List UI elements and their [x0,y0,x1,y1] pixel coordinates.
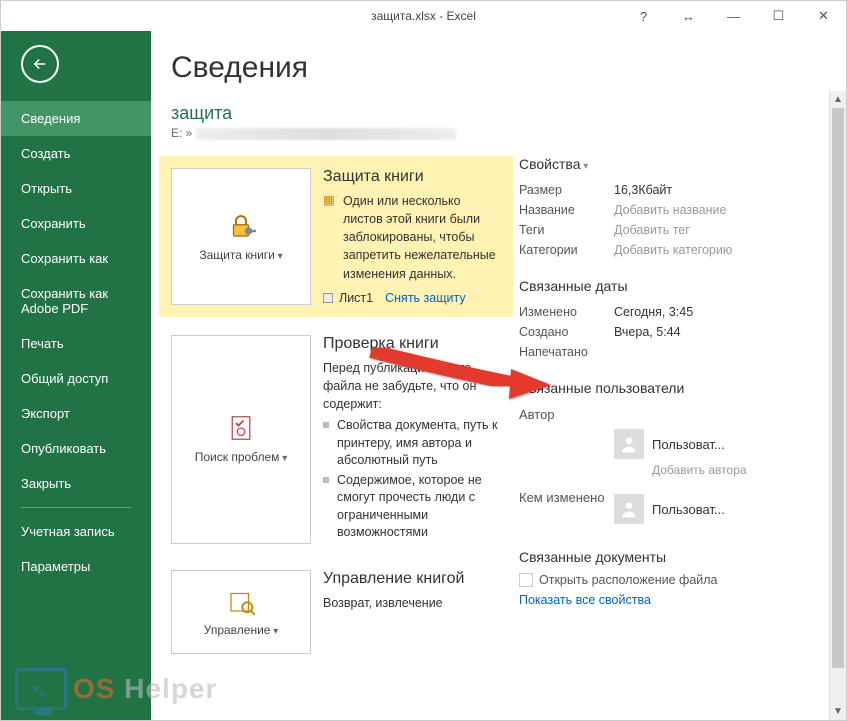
sheet-icon: ▦ [323,192,337,283]
date-created-key: Создано [519,325,614,339]
author-key: Автор [519,407,614,422]
prop-tags-key: Теги [519,223,614,237]
date-printed-val [614,345,799,359]
unprotect-link[interactable]: Снять защиту [385,291,465,305]
page-title: Сведения [171,51,846,85]
nav-info[interactable]: Сведения [1,101,151,136]
minimize-icon[interactable]: — [711,1,756,31]
date-printed-key: Напечатано [519,345,614,359]
path-blurred [196,128,456,140]
nav-new[interactable]: Создать [1,136,151,171]
show-all-properties-link[interactable]: Показать все свойства [519,593,799,607]
inspect-section: Поиск проблем Проверка книги Перед публи… [171,335,501,544]
prop-categories-input[interactable]: Добавить категорию [614,243,799,257]
inspect-button-label: Поиск проблем [195,450,288,466]
prop-size-key: Размер [519,183,614,197]
nav-account[interactable]: Учетная запись [1,514,151,549]
check-issues-button[interactable]: Поиск проблем [171,335,311,544]
inspect-lead: Перед публикацией этого файла не забудьт… [323,359,501,413]
properties-table: Размер16,3Кбайт НазваниеДобавить названи… [519,180,799,260]
related-dates-heading: Связанные даты [519,278,799,294]
protect-section: Защита книги Защита книги ▦ Один или нес… [159,156,513,317]
nav-save[interactable]: Сохранить [1,206,151,241]
date-modified-val: Сегодня, 3:45 [614,305,799,319]
manage-button-label: Управление [204,623,279,639]
properties-heading[interactable]: Свойства [519,156,799,172]
backstage-sidebar: Сведения Создать Открыть Сохранить Сохра… [1,31,151,720]
nav-export[interactable]: Экспорт [1,396,151,431]
prop-tags-input[interactable]: Добавить тег [614,223,799,237]
help-icon[interactable]: ? [621,1,666,31]
scroll-down-icon[interactable]: ▼ [830,703,846,720]
manage-workbook-button[interactable]: Управление [171,570,311,654]
date-modified-key: Изменено [519,305,614,319]
manage-heading: Управление книгой [323,570,501,588]
nav-share[interactable]: Общий доступ [1,361,151,396]
nav-separator [21,507,131,508]
date-created-val: Вчера, 5:44 [614,325,799,339]
window-title: защита.xlsx - Excel [371,9,476,23]
nav-open[interactable]: Открыть [1,171,151,206]
prop-categories-key: Категории [519,243,614,257]
author-name: Пользоват... [652,437,725,452]
nav-save-as[interactable]: Сохранить как [1,241,151,276]
window-controls: ? ↔ — ☐ ✕ [621,1,846,31]
content-pane: Сведения защита E: » Защита книги Защита… [151,31,846,720]
avatar-icon [614,494,644,524]
prop-title-key: Название [519,203,614,217]
scroll-up-icon[interactable]: ▲ [830,91,846,108]
avatar-icon [614,429,644,459]
protect-text: Один или несколько листов этой книги был… [343,192,501,283]
protect-heading: Защита книги [323,168,501,186]
open-file-location-link[interactable]: Открыть расположение файла [519,573,799,587]
inspect-heading: Проверка книги [323,335,501,353]
inspect-item-1: Свойства документа, путь к принтеру, имя… [337,417,501,470]
ribbon-toggle-icon[interactable]: ↔ [666,1,711,31]
sheet-glyph-icon [323,293,333,303]
protect-button-label: Защита книги [199,248,282,264]
document-title: защита [171,103,846,124]
lock-icon [225,210,257,242]
nav-save-adobe-pdf[interactable]: Сохранить как Adobe PDF [1,276,151,326]
modified-by-name: Пользоват... [652,502,725,517]
nav-close[interactable]: Закрыть [1,466,151,501]
inspect-icon [225,412,257,444]
path-prefix: E: » [171,126,192,140]
prop-title-input[interactable]: Добавить название [614,203,799,217]
folder-icon [519,573,533,587]
manage-section: Управление Управление книгой Возврат, из… [171,570,501,654]
nav-publish[interactable]: Опубликовать [1,431,151,466]
modified-by-key: Кем изменено [519,490,614,528]
nav-options[interactable]: Параметры [1,549,151,584]
manage-sub: Возврат, извлечение [323,594,501,612]
nav-print[interactable]: Печать [1,326,151,361]
maximize-icon[interactable]: ☐ [756,1,801,31]
open-location-label: Открыть расположение файла [539,573,718,587]
title-bar: защита.xlsx - Excel ? ↔ — ☐ ✕ [1,1,846,31]
close-icon[interactable]: ✕ [801,1,846,31]
sheet-name: Лист1 [339,291,373,305]
prop-size-val: 16,3Кбайт [614,183,799,197]
document-path: E: » [171,126,846,140]
manage-icon [225,585,257,617]
related-docs-heading: Связанные документы [519,549,799,565]
vertical-scrollbar[interactable]: ▲ ▼ [829,91,846,720]
scroll-thumb[interactable] [832,108,844,668]
protect-workbook-button[interactable]: Защита книги [171,168,311,305]
back-button[interactable] [21,45,59,83]
related-people-heading: Связанные пользователи [519,380,799,396]
add-author-link[interactable]: Добавить автора [652,463,799,477]
inspect-item-2: Содержимое, которое не смогут прочесть л… [337,472,501,542]
